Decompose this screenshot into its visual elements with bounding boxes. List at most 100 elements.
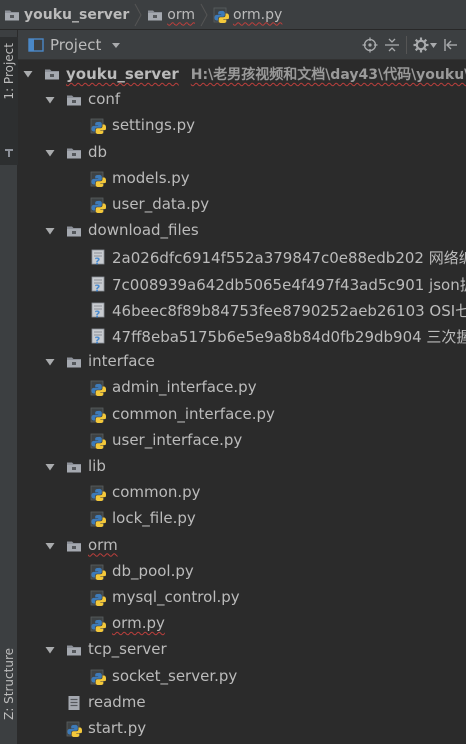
file-label: start.py — [88, 719, 147, 737]
tree-file[interactable]: db_pool.py — [18, 559, 466, 585]
tree-file[interactable]: 7c008939a642db5065e4f497f43ad5c901 json扩… — [18, 271, 466, 297]
python-file-icon — [90, 197, 106, 213]
folder-icon — [66, 145, 82, 161]
folder-icon — [44, 66, 60, 82]
tree-file[interactable]: common_interface.py — [18, 402, 466, 428]
tree-file[interactable]: models.py — [18, 166, 466, 192]
tree-folder-orm[interactable]: orm — [18, 533, 466, 559]
gear-icon — [413, 37, 429, 53]
file-label: admin_interface.py — [112, 378, 257, 397]
expand-arrow-icon[interactable] — [44, 644, 56, 656]
tree-file[interactable]: settings.py — [18, 113, 466, 139]
python-file-icon — [90, 485, 106, 501]
tree-file[interactable]: admin_interface.py — [18, 375, 466, 401]
tree-folder-download-files[interactable]: download_files — [18, 218, 466, 244]
folder-icon — [66, 354, 82, 370]
tree-folder-conf[interactable]: conf — [18, 87, 466, 113]
file-label: lock_file.py — [112, 509, 196, 528]
expand-arrow-icon[interactable] — [44, 147, 56, 159]
file-label: orm.py — [112, 614, 165, 633]
project-view-selector[interactable]: Project — [28, 36, 121, 54]
tree-file[interactable]: lock_file.py — [18, 506, 466, 532]
file-label: common_interface.py — [112, 404, 275, 423]
folder-label: tcp_server — [88, 640, 167, 659]
breadcrumb-chevron-icon — [134, 3, 142, 26]
tree-file[interactable]: common.py — [18, 480, 466, 506]
unknown-file-icon — [90, 249, 106, 265]
crosshair-icon — [362, 37, 378, 53]
breadcrumb-chevron-icon — [200, 3, 208, 26]
unknown-file-icon — [90, 302, 106, 318]
hide-panel-button[interactable] — [440, 30, 462, 60]
pin-icon — [5, 149, 13, 157]
settings-button[interactable] — [410, 30, 440, 60]
folder-icon — [147, 7, 163, 23]
tree-file[interactable]: user_data.py — [18, 192, 466, 218]
folder-icon — [66, 642, 82, 658]
tree-file[interactable]: mysql_control.py — [18, 585, 466, 611]
folder-label: download_files — [88, 221, 199, 240]
python-file-icon — [90, 171, 106, 187]
breadcrumb-orm[interactable]: orm — [143, 0, 199, 29]
tree-file[interactable]: 46beec8f89b84753fee8790252aeb26103 OSI七层 — [18, 297, 466, 323]
file-label: settings.py — [112, 116, 195, 135]
python-file-icon — [90, 380, 106, 396]
file-label: common.py — [112, 483, 201, 502]
python-file-icon — [90, 616, 106, 632]
folder-icon — [66, 459, 82, 475]
file-label: db_pool.py — [112, 561, 194, 580]
python-file-icon — [90, 433, 106, 449]
tree-folder-interface[interactable]: interface — [18, 349, 466, 375]
breadcrumb-label: orm — [167, 6, 195, 23]
chevron-down-icon — [430, 42, 437, 48]
expand-arrow-icon[interactable] — [44, 94, 56, 106]
project-view-label: Project — [50, 35, 102, 54]
breadcrumb-youku-server[interactable]: youku_server — [0, 0, 133, 29]
structure-tool-tab[interactable]: Z: Structure — [0, 642, 18, 744]
expand-arrow-icon[interactable] — [44, 540, 56, 552]
text-file-icon — [66, 695, 82, 711]
project-view-icon — [28, 37, 44, 52]
expand-arrow-icon[interactable] — [44, 225, 56, 237]
folder-label: lib — [88, 457, 106, 475]
python-file-icon — [90, 590, 106, 606]
tree-file-readme[interactable]: readme — [18, 690, 466, 716]
collapse-all-icon — [385, 38, 399, 52]
tree-folder-lib[interactable]: lib — [18, 454, 466, 480]
tree-file[interactable]: orm.py — [18, 611, 466, 637]
tree-file[interactable]: 47ff8eba5175b6e5e9a8b84d0fb29db904 三次握手 — [18, 323, 466, 349]
collapse-all-button[interactable] — [381, 30, 403, 60]
folder-icon — [66, 223, 82, 239]
folder-icon — [66, 538, 82, 554]
tree-file[interactable]: socket_server.py — [18, 664, 466, 690]
folder-label: conf — [88, 90, 121, 109]
python-file-icon — [90, 564, 106, 580]
tree-folder-db[interactable]: db — [18, 140, 466, 166]
tree-root-youku-server[interactable]: youku_serverH:\老男孩视频和文档\day43\代码\youku\y… — [18, 61, 466, 87]
navigation-bar: youku_server orm orm.py — [0, 0, 466, 30]
project-tool-tab[interactable]: 1: Project — [0, 37, 18, 165]
tree-file[interactable]: 2a026dfc6914f552a379847c0e88edb202 网络编程 — [18, 244, 466, 270]
folder-label: db — [88, 142, 108, 161]
file-label: 2a026dfc6914f552a379847c0e88edb202 网络编程 — [112, 249, 466, 268]
file-label: user_interface.py — [112, 430, 243, 449]
tool-window-strip: 1: Project Z: Structure — [0, 30, 18, 744]
breadcrumb-orm-py[interactable]: orm.py — [209, 0, 286, 29]
tree-file[interactable]: user_interface.py — [18, 428, 466, 454]
chevron-down-icon — [112, 42, 121, 48]
structure-tab-label: Z: Structure — [2, 648, 16, 720]
expand-arrow-icon[interactable] — [44, 461, 56, 473]
folder-icon — [66, 92, 82, 108]
expand-arrow-icon[interactable] — [22, 68, 34, 80]
breadcrumb-label: youku_server — [24, 6, 130, 23]
file-label: 7c008939a642db5065e4f497f43ad5c901 json扩… — [112, 275, 466, 294]
expand-arrow-icon[interactable] — [44, 356, 56, 368]
tree-folder-tcp-server[interactable]: tcp_server — [18, 637, 466, 663]
hide-panel-icon — [444, 39, 457, 51]
unknown-file-icon — [90, 328, 106, 344]
breadcrumb-label: orm.py — [232, 6, 283, 23]
folder-icon — [4, 7, 20, 23]
tree-file-start-py[interactable]: start.py — [18, 716, 466, 742]
scroll-from-source-button[interactable] — [359, 30, 381, 60]
python-file-icon — [90, 669, 106, 685]
